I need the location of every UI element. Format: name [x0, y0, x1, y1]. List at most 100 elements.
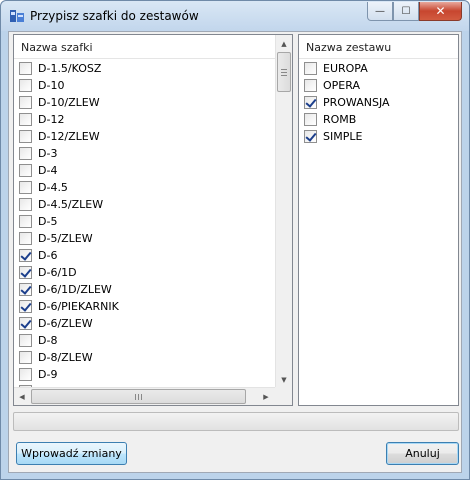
list-item[interactable]: D-6/ZLEW: [14, 315, 276, 332]
column-header-cabinet-name[interactable]: Nazwa szafki: [14, 35, 275, 59]
list-item[interactable]: D-9: [14, 366, 276, 383]
list-item[interactable]: D-6/1D: [14, 264, 276, 281]
list-item[interactable]: D-6/PIEKARNIK: [14, 298, 276, 315]
list-item[interactable]: ROMB: [299, 111, 458, 128]
list-item[interactable]: D-4.5: [14, 179, 276, 196]
minimize-icon: —: [375, 5, 385, 17]
list-item[interactable]: D-6/1D/ZLEW: [14, 281, 276, 298]
scrollbar-corner: [275, 387, 292, 405]
list-item[interactable]: D-4.5/ZLEW: [14, 196, 276, 213]
checkbox[interactable]: [19, 113, 32, 126]
cabinet-checklist[interactable]: D-1.5/KOSZ D-10 D-10/ZLEW D-12 D-12/ZLEW D-3 D…: [14, 60, 276, 388]
list-item[interactable]: PROWANSJA: [299, 94, 458, 111]
horizontal-scroll-thumb[interactable]: [31, 389, 246, 404]
list-item-label: D-4: [38, 164, 58, 177]
list-item-label: D-8/ZLEW: [38, 351, 93, 364]
close-button[interactable]: ✕: [419, 2, 462, 21]
list-item-label: D-4.5: [38, 181, 68, 194]
list-item-label: D-10: [38, 79, 65, 92]
apply-changes-button[interactable]: Wprowadź zmiany: [16, 442, 127, 465]
list-item-label: EUROPA: [323, 62, 368, 75]
list-item[interactable]: D-10/ZLEW: [14, 94, 276, 111]
checkbox[interactable]: [19, 181, 32, 194]
close-icon: ✕: [435, 4, 446, 18]
checkbox[interactable]: [19, 334, 32, 347]
progress-bar: [13, 412, 459, 431]
checkbox[interactable]: [19, 62, 32, 75]
list-item[interactable]: D-12: [14, 111, 276, 128]
checkbox[interactable]: [304, 62, 317, 75]
list-item-label: SIMPLE: [323, 130, 363, 143]
maximize-icon: ☐: [401, 5, 411, 17]
dialog-client-area: Nazwa szafki D-1.5/KOSZ D-10 D-10/ZLEW D-12…: [8, 31, 462, 473]
cancel-button[interactable]: Anuluj: [386, 442, 459, 465]
checkbox[interactable]: [304, 113, 317, 126]
set-list-panel: Nazwa zestawu EUROPA OPERA PROWANSJA ROMB SI…: [298, 34, 459, 406]
list-item[interactable]: D-1.5/KOSZ: [14, 60, 276, 77]
checkbox[interactable]: [19, 283, 32, 296]
list-item[interactable]: D-4: [14, 162, 276, 179]
checkbox[interactable]: [304, 79, 317, 92]
checkbox[interactable]: [19, 249, 32, 262]
checkbox[interactable]: [19, 300, 32, 313]
list-item[interactable]: D-8: [14, 332, 276, 349]
list-item-label: OPERA: [323, 79, 360, 92]
list-item-label: D-6/ZLEW: [38, 317, 93, 330]
list-item[interactable]: SIMPLE: [299, 128, 458, 145]
scroll-right-icon[interactable]: ▶: [258, 388, 274, 405]
checkbox[interactable]: [304, 130, 317, 143]
set-checklist[interactable]: EUROPA OPERA PROWANSJA ROMB SIMPLE: [299, 60, 458, 145]
app-icon: [10, 10, 24, 22]
checkbox[interactable]: [19, 215, 32, 228]
list-item[interactable]: D-8/ZLEW: [14, 349, 276, 366]
checkbox[interactable]: [19, 232, 32, 245]
list-item[interactable]: D-6: [14, 247, 276, 264]
scroll-left-icon[interactable]: ◀: [14, 388, 30, 405]
list-item[interactable]: EUROPA: [299, 60, 458, 77]
horizontal-scrollbar[interactable]: ◀ ▶: [14, 387, 276, 405]
title-bar[interactable]: Przypisz szafki do zestawów — ☐ ✕: [1, 1, 469, 31]
list-item[interactable]: OPERA: [299, 77, 458, 94]
cabinet-list-panel: Nazwa szafki D-1.5/KOSZ D-10 D-10/ZLEW D-12…: [13, 34, 293, 406]
list-item-label: D-4.5/ZLEW: [38, 198, 104, 211]
scroll-down-icon[interactable]: ▼: [276, 371, 292, 388]
checkbox[interactable]: [19, 96, 32, 109]
list-item-label: ROMB: [323, 113, 357, 126]
window-title: Przypisz szafki do zestawów: [30, 9, 199, 23]
list-item-label: D-5/ZLEW: [38, 232, 93, 245]
list-item[interactable]: D-5: [14, 213, 276, 230]
checkbox[interactable]: [304, 96, 317, 109]
list-item-label: PROWANSJA: [323, 96, 390, 109]
checkbox[interactable]: [19, 368, 32, 381]
checkbox[interactable]: [19, 351, 32, 364]
list-item[interactable]: D-5/ZLEW: [14, 230, 276, 247]
scroll-up-icon[interactable]: ▲: [276, 35, 292, 52]
checkbox[interactable]: [19, 147, 32, 160]
list-item-label: D-9: [38, 368, 58, 381]
dialog-window: Przypisz szafki do zestawów — ☐ ✕ Nazwa …: [0, 0, 470, 480]
checkbox[interactable]: [19, 164, 32, 177]
list-item-label: D-12/ZLEW: [38, 130, 100, 143]
column-header-set-name[interactable]: Nazwa zestawu: [299, 35, 458, 59]
maximize-button[interactable]: ☐: [393, 2, 419, 21]
checkbox[interactable]: [19, 266, 32, 279]
list-item-label: D-8: [38, 334, 58, 347]
vertical-scroll-thumb[interactable]: [277, 52, 291, 92]
list-item-label: D-1.5/KOSZ: [38, 62, 102, 75]
checkbox[interactable]: [19, 198, 32, 211]
checkbox[interactable]: [19, 130, 32, 143]
minimize-button[interactable]: —: [367, 2, 393, 21]
list-item-label: D-5: [38, 215, 58, 228]
vertical-scrollbar[interactable]: ▲ ▼: [275, 35, 292, 388]
list-item-label: D-12: [38, 113, 65, 126]
checkbox[interactable]: [19, 317, 32, 330]
list-item-label: D-10/ZLEW: [38, 96, 100, 109]
list-item-label: D-6: [38, 249, 58, 262]
list-item[interactable]: D-3: [14, 145, 276, 162]
list-item-label: D-3: [38, 147, 58, 160]
list-item[interactable]: D-10: [14, 77, 276, 94]
list-item[interactable]: D-12/ZLEW: [14, 128, 276, 145]
list-item-label: D-6/PIEKARNIK: [38, 300, 119, 313]
checkbox[interactable]: [19, 79, 32, 92]
caption-buttons: — ☐ ✕: [367, 2, 462, 21]
